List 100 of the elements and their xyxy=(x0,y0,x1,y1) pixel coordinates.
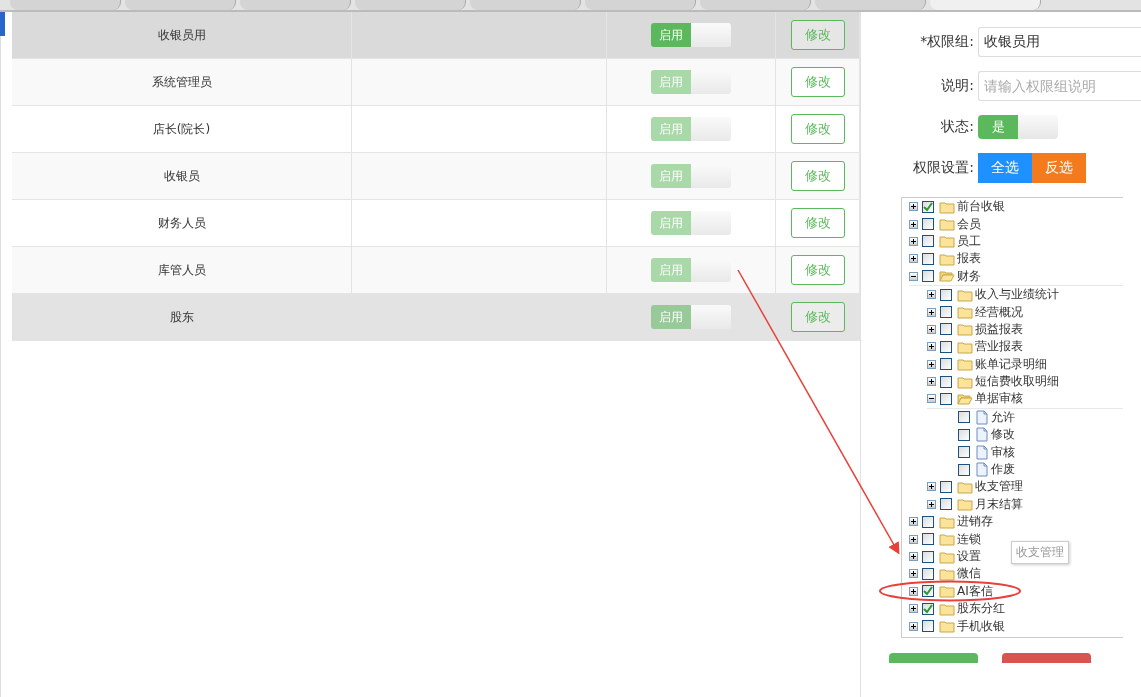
tree-item[interactable]: 损益报表 xyxy=(975,320,1023,338)
expand-icon[interactable] xyxy=(909,202,918,212)
folder-icon xyxy=(957,479,973,494)
expand-icon[interactable] xyxy=(909,236,918,246)
expand-icon[interactable] xyxy=(927,359,936,369)
folder-icon xyxy=(957,322,973,337)
document-icon xyxy=(975,409,989,425)
expand-icon[interactable] xyxy=(909,517,918,527)
document-icon xyxy=(975,427,989,443)
tree-item[interactable]: 报表 xyxy=(957,250,981,268)
role-name: 财务人员 xyxy=(157,214,206,232)
tree-item[interactable]: 员工 xyxy=(957,232,981,250)
tree-item[interactable]: 营业报表 xyxy=(975,338,1023,356)
checkbox[interactable] xyxy=(922,533,934,546)
checkbox[interactable] xyxy=(922,515,934,528)
tree-item[interactable]: 会员 xyxy=(957,215,981,233)
expand-icon[interactable] xyxy=(927,482,936,492)
role-name: 收银员 xyxy=(163,167,200,185)
checkbox[interactable] xyxy=(958,411,970,424)
checkbox[interactable] xyxy=(922,585,934,598)
checkbox[interactable] xyxy=(940,375,952,388)
tree-item[interactable]: 作废 xyxy=(991,461,1015,479)
role-name: 股东 xyxy=(169,308,194,326)
checkbox[interactable] xyxy=(940,498,952,511)
checkbox[interactable] xyxy=(958,463,970,476)
checkbox[interactable] xyxy=(922,218,934,231)
role-name: 店长(院长) xyxy=(152,120,211,138)
tree-item[interactable]: 经营概况 xyxy=(975,303,1023,321)
folder-icon xyxy=(939,619,955,634)
collapse-icon[interactable] xyxy=(909,271,918,281)
folder-icon xyxy=(939,217,955,232)
tree-item[interactable]: 手机收银 xyxy=(957,617,1005,635)
folder-icon xyxy=(939,514,955,529)
checkbox[interactable] xyxy=(922,252,934,265)
expand-icon[interactable] xyxy=(927,324,936,334)
checkbox[interactable] xyxy=(922,567,934,580)
expand-icon[interactable] xyxy=(909,219,918,229)
tree-item[interactable]: 进销存 xyxy=(957,513,993,531)
folder-icon xyxy=(939,532,955,547)
checkbox[interactable] xyxy=(922,200,934,213)
open-folder-icon xyxy=(939,269,955,284)
checkbox[interactable] xyxy=(922,235,934,248)
checkbox[interactable] xyxy=(940,480,952,493)
tree-item[interactable]: 财务 xyxy=(957,267,981,285)
field-label: 状态: xyxy=(940,118,975,136)
expand-icon[interactable] xyxy=(909,552,918,561)
expand-icon[interactable] xyxy=(927,377,936,387)
expand-icon[interactable] xyxy=(927,290,936,300)
expand-icon[interactable] xyxy=(927,342,936,352)
folder-icon xyxy=(939,549,955,564)
expand-icon[interactable] xyxy=(909,254,918,264)
tree-item[interactable]: 账单记录明细 xyxy=(975,355,1047,373)
checkbox[interactable] xyxy=(940,358,952,371)
field-label: 说明: xyxy=(940,77,975,95)
checkbox[interactable] xyxy=(922,270,934,283)
cancel-button[interactable] xyxy=(1002,652,1091,663)
checkbox[interactable] xyxy=(958,428,970,441)
expand-icon[interactable] xyxy=(909,604,918,614)
folder-icon xyxy=(939,234,955,249)
tree-item[interactable]: AI客信 xyxy=(957,582,993,600)
tree-item[interactable]: 短信费收取明细 xyxy=(975,373,1059,391)
role-name: 库管人员 xyxy=(157,261,206,279)
expand-icon[interactable] xyxy=(909,534,918,544)
tree-item[interactable]: 股东分红 xyxy=(957,600,1005,618)
tree-item[interactable]: 收支管理 xyxy=(975,478,1023,496)
folder-icon xyxy=(939,566,955,581)
role-name: 收银员用 xyxy=(157,26,206,44)
tree-item[interactable]: 连锁 xyxy=(957,530,981,548)
checkbox[interactable] xyxy=(922,602,934,615)
checkbox[interactable] xyxy=(940,323,952,336)
checkbox[interactable] xyxy=(958,446,970,459)
checkbox[interactable] xyxy=(940,393,952,405)
tree-item[interactable]: 设置 xyxy=(957,548,981,565)
expand-icon[interactable] xyxy=(909,569,918,579)
checkbox[interactable] xyxy=(940,306,952,319)
document-icon xyxy=(975,444,989,460)
tree-item[interactable]: 单据审核 xyxy=(975,390,1023,408)
checkbox[interactable] xyxy=(940,340,952,353)
tree-item[interactable]: 收入与业绩统计 xyxy=(975,286,1059,304)
checkbox[interactable] xyxy=(922,550,934,563)
expand-icon[interactable] xyxy=(909,621,918,631)
folder-icon xyxy=(939,251,955,266)
tree-item[interactable]: 修改 xyxy=(991,426,1015,444)
expand-icon[interactable] xyxy=(909,586,918,596)
tree-item[interactable]: 微信 xyxy=(957,565,981,583)
checkbox[interactable] xyxy=(940,288,952,301)
description-field[interactable]: 请输入权限组说明 xyxy=(978,71,1141,101)
group-name-field[interactable]: 收银员用 xyxy=(978,27,1141,57)
expand-icon[interactable] xyxy=(927,499,936,509)
tree-item[interactable]: 前台收银 xyxy=(957,198,1005,216)
folder-icon xyxy=(957,305,973,320)
side-marker xyxy=(0,12,5,36)
expand-icon[interactable] xyxy=(927,307,936,317)
tree-item[interactable]: 审核 xyxy=(991,443,1015,461)
field-label: 权限设置: xyxy=(912,159,975,177)
tree-item[interactable]: 允许 xyxy=(991,408,1015,426)
collapse-icon[interactable] xyxy=(927,394,936,404)
folder-icon xyxy=(957,497,973,512)
tree-item[interactable]: 月末结算 xyxy=(975,495,1023,513)
checkbox[interactable] xyxy=(922,620,934,633)
